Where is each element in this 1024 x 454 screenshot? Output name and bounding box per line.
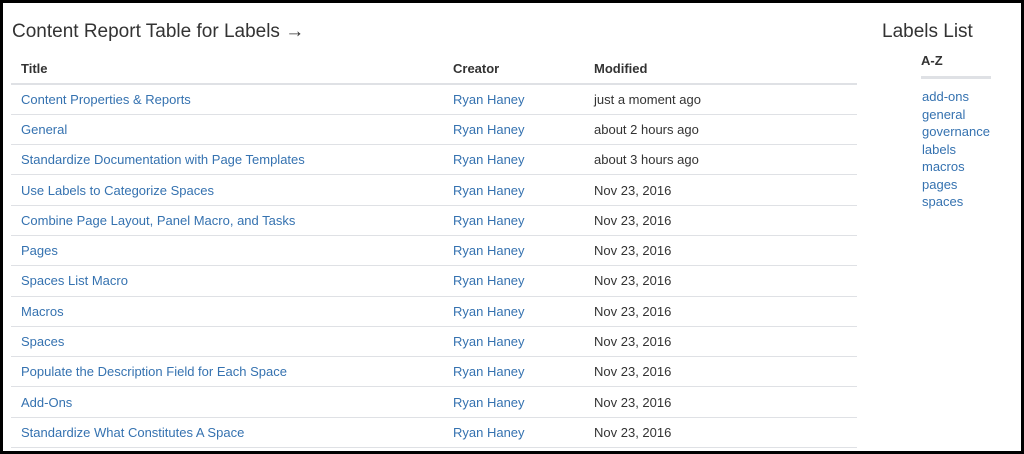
- cell-title: Spaces: [11, 326, 443, 358]
- cell-title: Populate the Description Field for Each …: [11, 356, 443, 388]
- labels-list-item: macros: [922, 158, 1012, 176]
- cell-modified: Nov 23, 2016: [584, 296, 857, 327]
- creator-link[interactable]: Ryan Haney: [453, 92, 525, 107]
- page-title-link[interactable]: Combine Page Layout, Panel Macro, and Ta…: [21, 213, 295, 228]
- label-link[interactable]: spaces: [922, 194, 963, 209]
- cell-title: General: [11, 114, 443, 146]
- creator-link[interactable]: Ryan Haney: [453, 152, 525, 167]
- creator-link[interactable]: Ryan Haney: [453, 425, 525, 440]
- labels-list-item: add-ons: [922, 88, 1012, 106]
- cell-modified: Nov 23, 2016: [584, 386, 857, 418]
- column-header-title[interactable]: Title: [11, 54, 443, 85]
- labels-list-item: general: [922, 106, 1012, 124]
- page-title-link[interactable]: Spaces List Macro: [21, 273, 128, 288]
- table-row: Populate the Description Field for Each …: [11, 356, 857, 388]
- table-row: Macros Ryan Haney Nov 23, 2016: [11, 296, 857, 327]
- cell-title: Spaces List Macro: [11, 265, 443, 297]
- cell-modified: Nov 23, 2016: [584, 417, 857, 449]
- cell-modified: Nov 23, 2016: [584, 205, 857, 236]
- table-body: Content Properties & Reports Ryan Haney ju…: [11, 84, 857, 449]
- cell-creator: Ryan Haney: [443, 235, 584, 267]
- page-title-link[interactable]: Content Properties & Reports: [21, 92, 191, 107]
- creator-link[interactable]: Ryan Haney: [453, 334, 525, 349]
- creator-link[interactable]: Ryan Haney: [453, 273, 525, 288]
- cell-creator: Ryan Haney: [443, 417, 584, 449]
- cell-title: Use Labels to Categorize Spaces: [11, 174, 443, 206]
- content-report-table: Title Creator Modified Content Propertie…: [11, 54, 857, 449]
- labels-list-item: pages: [922, 176, 1012, 194]
- cell-modified: about 3 hours ago: [584, 144, 857, 176]
- page-title-link[interactable]: Pages: [21, 243, 58, 258]
- page-title-link[interactable]: Add-Ons: [21, 395, 72, 410]
- table-row: Standardize Documentation with Page Temp…: [11, 144, 857, 176]
- content-report-section: Content Report Table for Labels → Title …: [10, 17, 858, 449]
- creator-link[interactable]: Ryan Haney: [453, 183, 525, 198]
- cell-modified: Nov 23, 2016: [584, 265, 857, 297]
- label-link[interactable]: governance: [922, 124, 990, 139]
- table-row: Standardize What Constitutes A Space Ryan…: [11, 417, 857, 449]
- cell-creator: Ryan Haney: [443, 326, 584, 358]
- cell-title: Content Properties & Reports: [11, 84, 443, 115]
- table-row: Pages Ryan Haney Nov 23, 2016: [11, 235, 857, 267]
- column-header-modified[interactable]: Modified: [584, 54, 857, 85]
- table-row: Content Properties & Reports Ryan Haney ju…: [11, 84, 857, 115]
- table-row: Spaces List Macro Ryan Haney Nov 23, 2016: [11, 265, 857, 297]
- cell-modified: Nov 23, 2016: [584, 174, 857, 206]
- page-title-link[interactable]: Use Labels to Categorize Spaces: [21, 183, 214, 198]
- creator-link[interactable]: Ryan Haney: [453, 122, 525, 137]
- cell-creator: Ryan Haney: [443, 174, 584, 206]
- cell-modified: just a moment ago: [584, 84, 857, 115]
- label-link[interactable]: pages: [922, 177, 957, 192]
- labels-list-heading: Labels List: [882, 21, 973, 42]
- creator-link[interactable]: Ryan Haney: [453, 243, 525, 258]
- cell-title: Macros: [11, 296, 443, 327]
- cell-creator: Ryan Haney: [443, 356, 584, 388]
- creator-link[interactable]: Ryan Haney: [453, 304, 525, 319]
- cell-title: Combine Page Layout, Panel Macro, and Ta…: [11, 205, 443, 236]
- cell-modified: Nov 23, 2016: [584, 235, 857, 267]
- labels-list-item: spaces: [922, 193, 1012, 211]
- page-frame: Content Report Table for Labels → Title …: [0, 0, 1024, 454]
- labels-list-item: governance: [922, 123, 1012, 141]
- table-row: Spaces Ryan Haney Nov 23, 2016: [11, 326, 857, 358]
- cell-creator: Ryan Haney: [443, 386, 584, 418]
- page-title-link[interactable]: Standardize What Constitutes A Space: [21, 425, 244, 440]
- cell-title: Standardize What Constitutes A Space: [11, 417, 443, 449]
- table-row: Add-Ons Ryan Haney Nov 23, 2016: [11, 386, 857, 418]
- cell-creator: Ryan Haney: [443, 144, 584, 176]
- cell-modified: Nov 23, 2016: [584, 356, 857, 388]
- table-row: Use Labels to Categorize Spaces Ryan Hane…: [11, 174, 857, 206]
- label-link[interactable]: general: [922, 107, 965, 122]
- cell-creator: Ryan Haney: [443, 296, 584, 327]
- labels-list-item: labels: [922, 141, 1012, 159]
- cell-creator: Ryan Haney: [443, 84, 584, 115]
- sort-az-tab[interactable]: A-Z: [921, 47, 991, 79]
- cell-creator: Ryan Haney: [443, 205, 584, 236]
- table-header-row: Title Creator Modified: [11, 54, 857, 85]
- page-title-link[interactable]: Standardize Documentation with Page Temp…: [21, 152, 305, 167]
- cell-modified: Nov 23, 2016: [584, 326, 857, 358]
- page-title-link[interactable]: General: [21, 122, 67, 137]
- table-row: General Ryan Haney about 2 hours ago: [11, 114, 857, 146]
- page-title-link[interactable]: Macros: [21, 304, 64, 319]
- page-title-link[interactable]: Populate the Description Field for Each …: [21, 364, 287, 379]
- creator-link[interactable]: Ryan Haney: [453, 395, 525, 410]
- table-row: Combine Page Layout, Panel Macro, and Ta…: [11, 205, 857, 236]
- label-link[interactable]: macros: [922, 159, 965, 174]
- cell-title: Add-Ons: [11, 386, 443, 418]
- cell-modified: about 2 hours ago: [584, 114, 857, 146]
- labels-list: add-ons general governance labels macros page…: [922, 88, 1012, 211]
- cell-creator: Ryan Haney: [443, 265, 584, 297]
- report-heading: Content Report Table for Labels →: [12, 21, 305, 42]
- creator-link[interactable]: Ryan Haney: [453, 364, 525, 379]
- page-title-link[interactable]: Spaces: [21, 334, 64, 349]
- cell-title: Standardize Documentation with Page Temp…: [11, 144, 443, 176]
- column-header-creator[interactable]: Creator: [443, 54, 584, 85]
- label-link[interactable]: add-ons: [922, 89, 969, 104]
- labels-list-panel: Labels List A-Z add-ons general governance…: [882, 17, 1012, 211]
- label-link[interactable]: labels: [922, 142, 956, 157]
- cell-creator: Ryan Haney: [443, 114, 584, 146]
- creator-link[interactable]: Ryan Haney: [453, 213, 525, 228]
- cell-title: Pages: [11, 235, 443, 267]
